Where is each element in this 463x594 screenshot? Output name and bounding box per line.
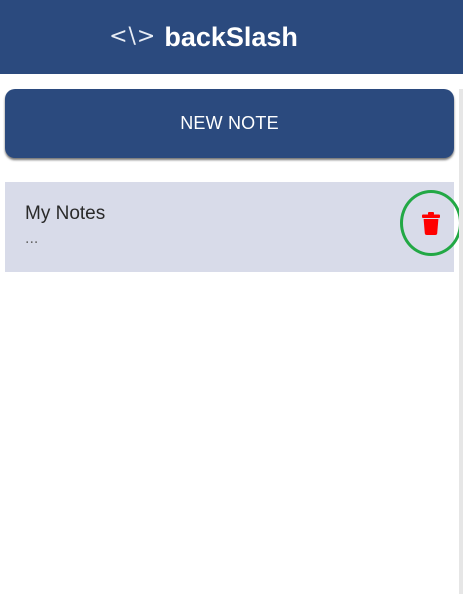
note-card[interactable]: My Notes ... xyxy=(5,182,454,272)
note-preview: ... xyxy=(25,230,39,247)
new-note-button[interactable]: NEW NOTE xyxy=(5,89,454,158)
app-title: backSlash xyxy=(164,21,298,52)
code-logo-icon: <\> xyxy=(109,24,157,49)
scrollbar[interactable] xyxy=(459,89,463,594)
app-header: <\> backSlash xyxy=(0,0,463,74)
delete-note-button[interactable] xyxy=(400,190,462,256)
notes-app: <\> backSlash NEW NOTE My Notes ... xyxy=(0,0,463,594)
trash-icon[interactable] xyxy=(422,211,440,235)
note-title: My Notes xyxy=(25,203,106,224)
brand: <\> backSlash xyxy=(109,21,298,52)
